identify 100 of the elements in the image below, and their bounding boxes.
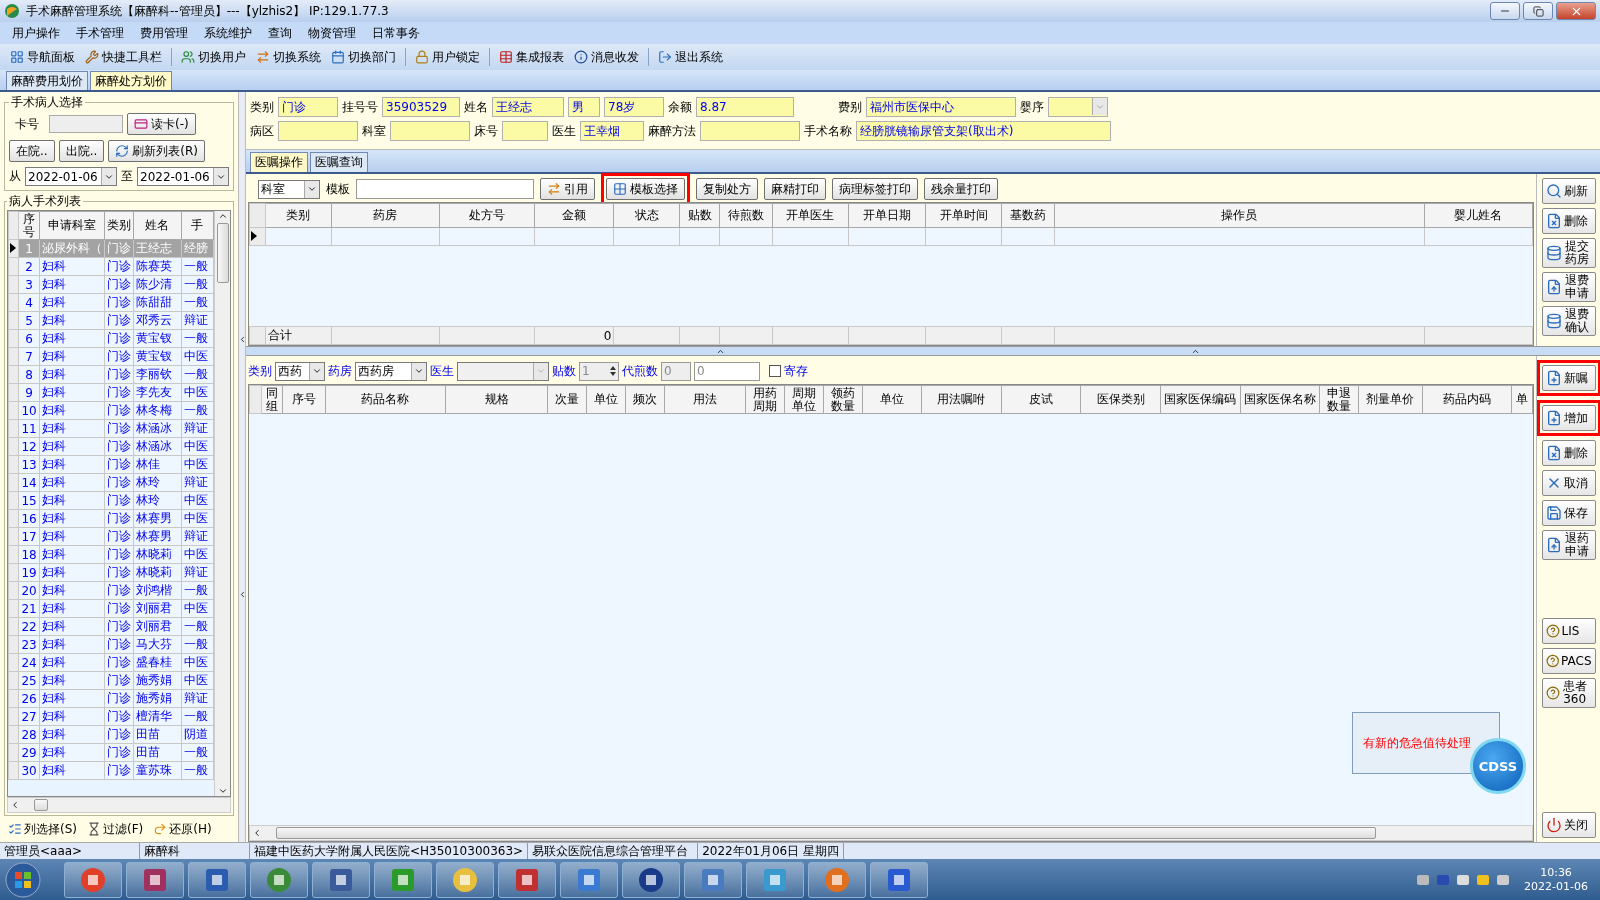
toolbar-button[interactable]: 导航面板 [6, 46, 79, 68]
tab[interactable]: 医嘱操作 [250, 152, 308, 172]
splitter[interactable] [246, 346, 1600, 356]
menu-item[interactable]: 系统维护 [196, 22, 260, 44]
scrollbar[interactable] [214, 211, 230, 796]
taskbar-button[interactable] [808, 861, 866, 898]
toolbar-button[interactable]: 切换用户 [177, 46, 250, 68]
menu-item[interactable]: 查询 [260, 22, 300, 44]
side-button[interactable]: 退药申请 [1541, 530, 1596, 560]
taskbar-button[interactable] [374, 861, 432, 898]
discharged-button[interactable]: 出院.. [58, 140, 105, 162]
close-button[interactable] [1556, 2, 1596, 20]
minimize-button[interactable] [1490, 2, 1520, 20]
side-button[interactable]: 删除 [1541, 440, 1596, 466]
tray-icon[interactable] [1476, 872, 1491, 887]
date-picker[interactable]: 2022-01-06 [137, 167, 229, 186]
side-button[interactable]: PACS [1541, 648, 1596, 674]
select-field[interactable] [1048, 97, 1108, 117]
info-field[interactable] [700, 121, 800, 141]
side-button[interactable]: 退费申请 [1541, 272, 1596, 302]
pharmacy-select[interactable]: 西药房 [355, 361, 427, 381]
taskbar-button[interactable] [746, 861, 804, 898]
side-button[interactable]: 取消 [1541, 470, 1596, 496]
clock[interactable]: 10:36 2022-01-06 [1516, 865, 1596, 894]
info-field[interactable]: 男 [568, 97, 600, 117]
side-button[interactable]: 新嘱 [1541, 365, 1596, 391]
scrollbar-thumb[interactable] [34, 799, 48, 811]
scrollbar-thumb[interactable] [216, 223, 229, 283]
info-field[interactable] [502, 121, 548, 141]
info-field[interactable] [278, 121, 358, 141]
side-button[interactable]: 患者360 [1541, 678, 1596, 708]
side-button[interactable]: 提交药房 [1541, 238, 1596, 268]
deposit-checkbox[interactable] [769, 365, 781, 377]
toolbar-button[interactable]: 复制处方 [696, 178, 758, 200]
tray-icon[interactable] [1496, 872, 1511, 887]
scrollbar[interactable] [7, 797, 231, 813]
footer-button[interactable]: 列选择(S) [8, 820, 77, 838]
toolbar-button[interactable]: 引用 [540, 178, 595, 200]
info-field[interactable]: 35903529 [382, 97, 460, 117]
taskbar-button[interactable] [684, 861, 742, 898]
toolbar-button[interactable]: 用户锁定 [411, 46, 484, 68]
toolbar-button[interactable]: 残余量打印 [924, 178, 998, 200]
side-button[interactable]: 保存 [1541, 500, 1596, 526]
info-field[interactable]: 王幸烟 [580, 121, 644, 141]
tab[interactable]: 医嘱查询 [310, 152, 368, 172]
scrollbar[interactable] [249, 825, 1533, 841]
toolbar-button[interactable]: 快捷工具栏 [81, 46, 166, 68]
menu-item[interactable]: 手术管理 [68, 22, 132, 44]
toolbar-button[interactable]: 切换系统 [252, 46, 325, 68]
taskbar-button[interactable] [250, 861, 308, 898]
side-button[interactable]: 退费确认 [1541, 306, 1596, 336]
footer-button[interactable]: 还原(H) [153, 820, 212, 838]
side-button[interactable]: LIS [1541, 618, 1596, 644]
refresh-list-button[interactable]: 刷新列表(R) [108, 140, 205, 162]
taskbar-button[interactable] [312, 861, 370, 898]
toolbar-button[interactable]: 消息收发 [570, 46, 643, 68]
side-button[interactable]: 增加 [1541, 405, 1596, 431]
toolbar-button[interactable]: 病理标签打印 [832, 178, 918, 200]
taskbar-button[interactable] [126, 861, 184, 898]
info-field[interactable]: 78岁 [604, 97, 664, 117]
taskbar-button[interactable] [64, 861, 122, 898]
side-button[interactable]: 刷新 [1541, 178, 1596, 204]
card-field[interactable] [49, 115, 123, 133]
menu-item[interactable]: 日常事务 [364, 22, 428, 44]
decoct-extra-field[interactable]: 0 [694, 361, 760, 381]
in-hospital-button[interactable]: 在院.. [9, 140, 55, 162]
read-card-button[interactable]: 读卡(-) [127, 113, 196, 135]
start-orb-icon[interactable] [4, 860, 42, 899]
tab[interactable]: 麻醉处方划价 [90, 71, 172, 90]
restore-button[interactable] [1523, 2, 1553, 20]
toolbar-button[interactable]: 退出系统 [654, 46, 727, 68]
taskbar-button[interactable] [436, 861, 494, 898]
tray-icon[interactable] [1456, 872, 1471, 887]
info-field[interactable]: 福州市医保中心 [866, 97, 1016, 117]
template-field[interactable] [356, 179, 534, 199]
tray-icon[interactable] [1436, 872, 1451, 887]
tray-icon[interactable] [1416, 872, 1431, 887]
taskbar-button[interactable] [870, 861, 928, 898]
taskbar-button[interactable] [560, 861, 618, 898]
close-button[interactable]: 关闭 [1541, 812, 1596, 838]
footer-button[interactable]: 过滤(F) [87, 820, 144, 838]
taskbar-button[interactable] [188, 861, 246, 898]
info-field[interactable] [390, 121, 470, 141]
scrollbar-thumb[interactable] [276, 827, 1376, 839]
toolbar-button[interactable]: 切换部门 [327, 46, 400, 68]
menu-item[interactable]: 费用管理 [132, 22, 196, 44]
toolbar-button[interactable]: 模板选择 [606, 178, 685, 200]
info-field[interactable]: 经膀胱镜输尿管支架(取出术) [856, 121, 1111, 141]
side-button[interactable]: 删除 [1541, 208, 1596, 234]
toolbar-button[interactable]: 集成报表 [495, 46, 568, 68]
taskbar-button[interactable] [622, 861, 680, 898]
taskbar-button[interactable] [498, 861, 556, 898]
scope-select[interactable]: 科室 [258, 179, 320, 199]
menu-item[interactable]: 物资管理 [300, 22, 364, 44]
tab[interactable]: 麻醉费用划价 [6, 71, 88, 90]
info-field[interactable]: 8.87 [696, 97, 794, 117]
menu-item[interactable]: 用户操作 [4, 22, 68, 44]
info-field[interactable]: 王经志 [492, 97, 564, 117]
date-picker[interactable]: 2022-01-06 [25, 167, 117, 186]
type-select[interactable]: 西药 [275, 361, 325, 381]
